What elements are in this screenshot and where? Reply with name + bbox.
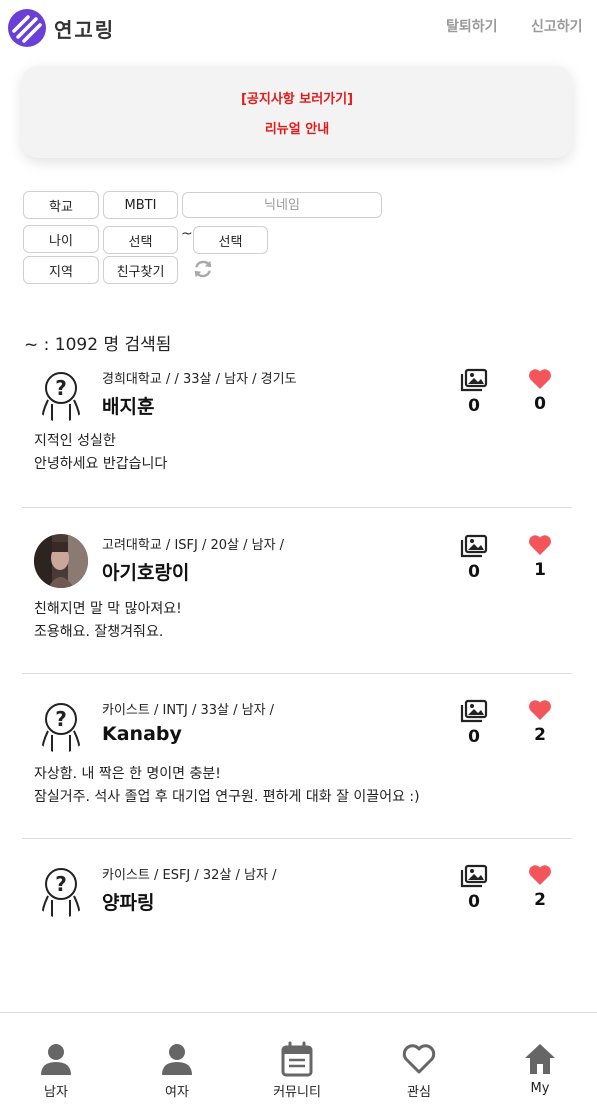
age-filter-button[interactable]: 나이 [23,225,99,253]
result-count: ~ : 1092 명 검색됨 [24,335,172,355]
school-filter-button[interactable]: 학교 [23,191,99,219]
nav-label: 남자 [44,1085,68,1100]
nav-label: 관심 [407,1085,431,1100]
card-divider [22,838,572,839]
heart-icon[interactable] [528,699,552,721]
nav-community[interactable]: 커뮤니티 [247,1041,347,1100]
nickname-input[interactable] [182,192,382,218]
like-count: 1 [534,560,546,580]
heart-icon[interactable] [528,534,552,556]
photo-count: 0 [468,396,480,416]
card-divider [22,673,572,674]
withdraw-link[interactable]: 탈퇴하기 [446,16,498,36]
svg-text:?: ? [55,707,67,731]
age-to-select[interactable]: 선택 [193,226,268,254]
mbti-filter-button[interactable]: MBTI [103,191,178,219]
nav-label: 커뮤니티 [273,1085,321,1100]
notice-card[interactable]: [공지사항 보러가기] 리뉴얼 안내 [22,66,572,158]
user-bio-line: 친해지면 말 막 많아져요! [34,601,182,617]
user-name[interactable]: 아기호랑이 [102,558,189,585]
user-meta: 카이스트 / ESFJ / 32살 / 남자 / [102,868,277,883]
photos-icon[interactable] [460,534,488,558]
photo-stat[interactable]: 0 [454,864,494,912]
nav-my[interactable]: My [490,1041,590,1096]
age-from-select[interactable]: 선택 [103,226,178,254]
photos-icon[interactable] [460,864,488,888]
photo-count: 0 [468,562,480,582]
user-photo-avatar[interactable] [34,534,88,588]
logo-mark-icon [8,9,46,47]
user-card[interactable]: 고려대학교 / ISFJ / 20살 / 남자 / 아기호랑이 0 1 친해지면… [22,534,572,674]
like-stat[interactable]: 2 [520,699,560,745]
heart-icon[interactable] [528,864,552,886]
user-bio-line: 자상함. 내 짝은 한 명이면 충분! [34,766,221,782]
user-bio-line: 조용해요. 잘챙겨줘요. [34,624,164,640]
svg-text:?: ? [55,376,67,400]
app-logo[interactable]: 연고링 [8,9,115,47]
like-stat[interactable]: 2 [520,864,560,910]
like-stat[interactable]: 0 [520,368,560,414]
user-card[interactable]: ? 카이스트 / ESFJ / 32살 / 남자 / 양파링 0 2 [22,864,572,944]
photo-count: 0 [468,892,480,912]
user-meta: 경희대학교 / / 33살 / 남자 / 경기도 [102,372,297,387]
photo-stat[interactable]: 0 [454,699,494,747]
app-header: 연고링 탈퇴하기 신고하기 [0,0,597,58]
region-filter-button[interactable]: 지역 [23,256,99,284]
photo-stat[interactable]: 0 [454,368,494,416]
user-card[interactable]: ? 경희대학교 / / 33살 / 남자 / 경기도 배지훈 0 0 지적인 성… [22,368,572,508]
nav-label: My [530,1081,550,1096]
home-icon [525,1044,555,1074]
person-icon [162,1044,192,1075]
nav-female[interactable]: 여자 [127,1041,227,1100]
nav-interest[interactable]: 관심 [369,1041,469,1100]
user-meta: 고려대학교 / ISFJ / 20살 / 남자 / [102,538,285,553]
person-icon [41,1044,71,1075]
renewal-notice[interactable]: 리뉴얼 안내 [22,118,572,137]
nav-male[interactable]: 남자 [6,1041,106,1100]
default-avatar-icon[interactable]: ? [34,699,88,753]
like-stat[interactable]: 1 [520,534,560,580]
user-bio-line: 안녕하세요 반갑습니다 [34,456,168,472]
photo-stat[interactable]: 0 [454,534,494,582]
default-avatar-icon[interactable]: ? [34,368,88,422]
nav-label: 여자 [165,1085,189,1100]
calendar-icon [281,1041,313,1077]
bottom-navigation: 남자 여자 커뮤니티 관심 My [0,1012,597,1120]
default-avatar-icon[interactable]: ? [34,864,88,918]
report-link[interactable]: 신고하기 [531,16,583,36]
photo-count: 0 [468,727,480,747]
card-divider [22,507,572,508]
svg-text:?: ? [55,872,67,896]
age-range-tilde: ~ [181,226,193,242]
user-bio-line: 잠실거주. 석사 졸업 후 대기업 연구원. 편하게 대화 잘 이끌어요 :) [34,789,420,805]
user-name[interactable]: 양파링 [102,888,154,915]
user-bio-line: 지적인 성실한 [34,433,116,449]
notice-link[interactable]: [공지사항 보러가기] [22,88,572,107]
photos-icon[interactable] [460,368,488,392]
find-friends-button[interactable]: 친구찾기 [103,256,178,284]
user-name[interactable]: 배지훈 [102,392,154,419]
photos-icon[interactable] [460,699,488,723]
heart-icon[interactable] [528,368,552,390]
heart-outline-icon [402,1044,436,1074]
app-name: 연고링 [54,17,116,42]
like-count: 2 [534,890,546,910]
user-name[interactable]: Kanaby [102,723,182,745]
refresh-icon[interactable] [192,258,214,280]
like-count: 0 [534,394,546,414]
user-card[interactable]: ? 카이스트 / INTJ / 33살 / 남자 / Kanaby 0 2 자상… [22,699,572,839]
like-count: 2 [534,725,546,745]
user-meta: 카이스트 / INTJ / 33살 / 남자 / [102,703,275,718]
